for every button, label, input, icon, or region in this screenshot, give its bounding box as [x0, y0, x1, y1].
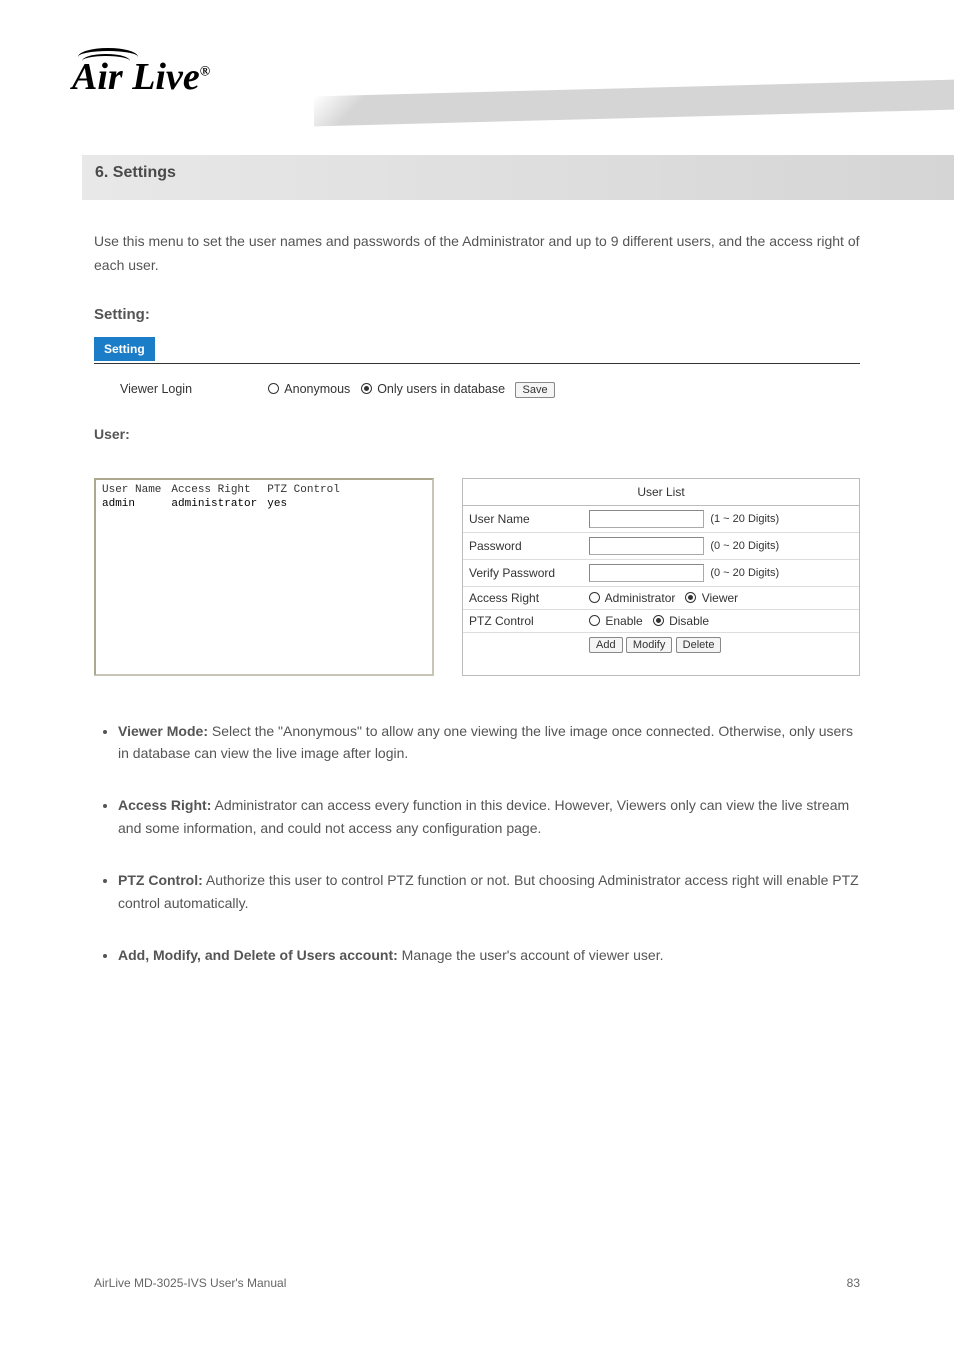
bullet-head: Access Right:: [118, 797, 211, 813]
add-button[interactable]: Add: [589, 637, 623, 653]
td-username: admin: [102, 498, 169, 510]
radio-anonymous-label: Anonymous: [284, 382, 350, 396]
page-content: Use this menu to set the user names and …: [0, 200, 954, 966]
setting-subheading: Setting:: [94, 306, 860, 323]
header-banner: Air Live® 6. Settings: [0, 0, 954, 200]
radio-ptz-disable[interactable]: [653, 615, 664, 626]
brand-logo: Air Live®: [72, 55, 210, 99]
th-username: User Name: [102, 484, 169, 496]
user-subheading: User:: [94, 426, 860, 442]
user-list-title: User List: [463, 479, 859, 506]
bullet-body: Manage the user's account of viewer user…: [398, 947, 664, 963]
bullet-list: Viewer Mode: Select the "Anonymous" to a…: [94, 720, 860, 967]
radio-ptz-disable-label: Disable: [669, 614, 709, 628]
footer-page-number: 83: [847, 1276, 860, 1290]
td-accessright: administrator: [171, 498, 265, 510]
td-ptz: yes: [267, 498, 348, 510]
password-label: Password: [469, 539, 589, 553]
intro-paragraph: Use this menu to set the user names and …: [94, 230, 860, 278]
list-item: Access Right: Administrator can access e…: [118, 794, 860, 839]
radio-viewer[interactable]: [685, 592, 696, 603]
username-hint: (1 ~ 20 Digits): [710, 513, 779, 525]
radio-ptz-enable-label: Enable: [605, 614, 642, 628]
header-grey-band: [82, 155, 954, 200]
list-item: Viewer Mode: Select the "Anonymous" to a…: [118, 720, 860, 765]
verify-password-input[interactable]: [589, 564, 704, 582]
verify-password-hint: (0 ~ 20 Digits): [710, 567, 779, 579]
bullet-body: Select the "Anonymous" to allow any one …: [118, 723, 853, 761]
user-list-form: User List User Name (1 ~ 20 Digits) Pass…: [462, 478, 860, 676]
radio-administrator[interactable]: [589, 592, 600, 603]
table-header-row: User Name Access Right PTZ Control: [102, 484, 348, 496]
viewer-login-label: Viewer Login: [120, 382, 265, 396]
bullet-head: Viewer Mode:: [118, 723, 208, 739]
username-input[interactable]: [589, 510, 704, 528]
radio-viewer-label: Viewer: [702, 591, 738, 605]
section-number-title: 6. Settings: [95, 164, 176, 182]
user-list-row: User Name Access Right PTZ Control admin…: [94, 478, 860, 676]
list-item: PTZ Control: Authorize this user to cont…: [118, 869, 860, 914]
th-accessright: Access Right: [171, 484, 265, 496]
footer-left: AirLive MD-3025-IVS User's Manual: [94, 1276, 286, 1290]
username-label: User Name: [469, 512, 589, 526]
user-table: User Name Access Right PTZ Control admin…: [94, 478, 434, 676]
bullet-body: Authorize this user to control PTZ funct…: [118, 872, 859, 910]
header-decor-diagonal: [314, 80, 954, 127]
bullet-head: Add, Modify, and Delete of Users account…: [118, 947, 398, 963]
password-hint: (0 ~ 20 Digits): [710, 540, 779, 552]
save-button[interactable]: Save: [515, 382, 554, 398]
radio-only-users-label: Only users in database: [377, 382, 505, 396]
verify-password-label: Verify Password: [469, 566, 589, 580]
radio-only-users[interactable]: [361, 383, 372, 394]
radio-anonymous[interactable]: [268, 383, 279, 394]
th-ptz: PTZ Control: [267, 484, 348, 496]
divider-line: [94, 363, 860, 364]
bullet-body: Administrator can access every function …: [118, 797, 849, 835]
ptz-control-label: PTZ Control: [469, 614, 589, 628]
access-right-label: Access Right: [469, 591, 589, 605]
list-item: Add, Modify, and Delete of Users account…: [118, 944, 860, 966]
setting-button[interactable]: Setting: [94, 337, 155, 361]
table-row: admin administrator yes: [102, 498, 348, 510]
bullet-head: PTZ Control:: [118, 872, 203, 888]
password-input[interactable]: [589, 537, 704, 555]
delete-button[interactable]: Delete: [676, 637, 722, 653]
radio-ptz-enable[interactable]: [589, 615, 600, 626]
page-footer: AirLive MD-3025-IVS User's Manual 83: [94, 1276, 860, 1290]
viewer-login-panel: Viewer Login Anonymous Only users in dat…: [120, 382, 860, 398]
modify-button[interactable]: Modify: [626, 637, 672, 653]
radio-administrator-label: Administrator: [605, 591, 676, 605]
